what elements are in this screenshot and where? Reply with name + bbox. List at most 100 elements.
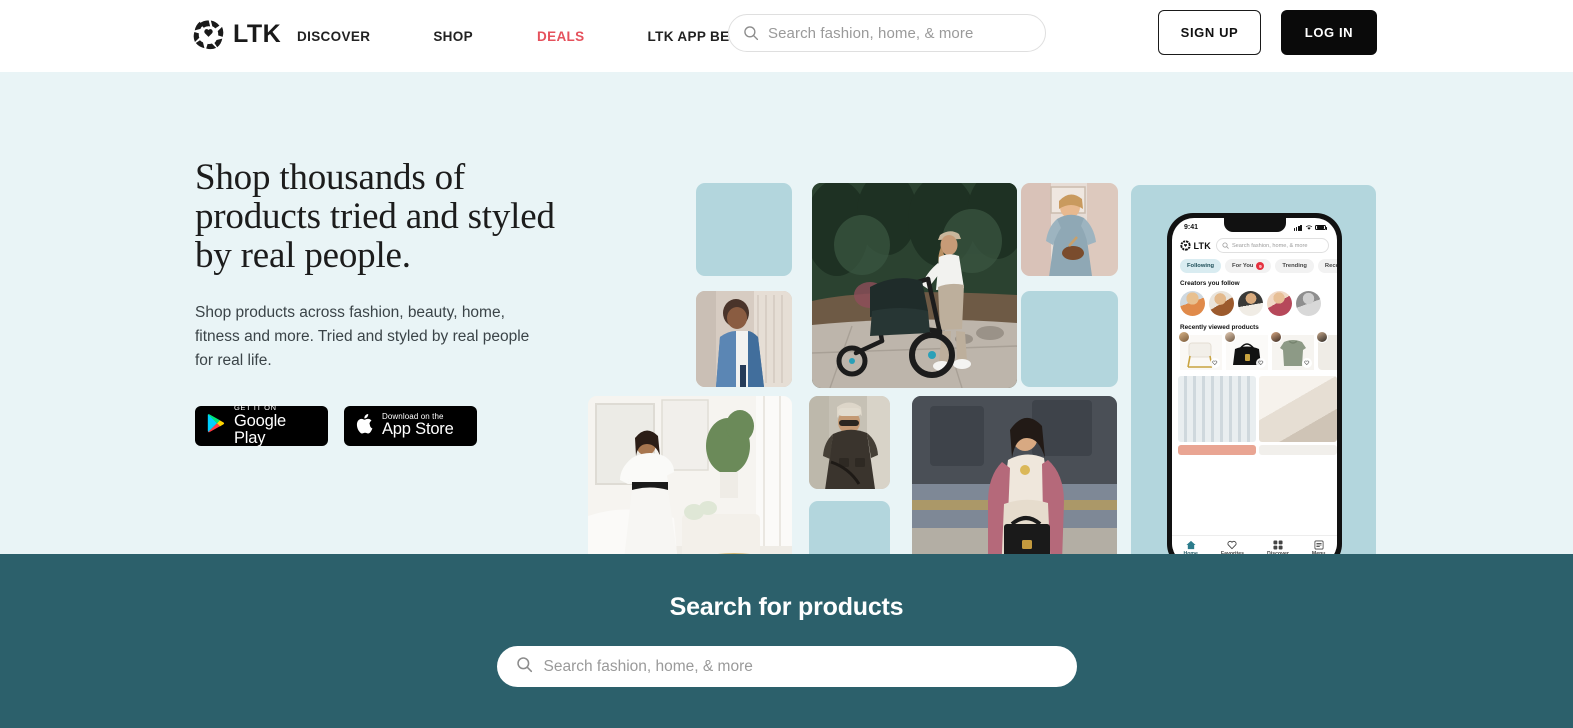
menu-list-icon bbox=[1314, 540, 1324, 550]
phone-status-icons bbox=[1293, 224, 1327, 231]
search-section-heading: Search for products bbox=[669, 593, 904, 621]
collage-tile-woman-bowl[interactable] bbox=[1021, 183, 1118, 276]
collage-tile-man-denim-jacket[interactable] bbox=[696, 291, 792, 387]
ltk-aperture-heart-logo-icon bbox=[1180, 240, 1191, 251]
phone-status-time: 9:41 bbox=[1184, 224, 1199, 231]
grid-icon bbox=[1273, 540, 1283, 550]
collage-tile-woman-beanie-sunglasses[interactable] bbox=[809, 396, 890, 489]
collage-tile-woman-white-dress-livingroom[interactable] bbox=[588, 396, 792, 554]
phone-nav-home[interactable]: Home bbox=[1184, 540, 1198, 554]
logo-wordmark: LTK bbox=[233, 20, 282, 48]
phone-nav-menu[interactable]: Menu bbox=[1312, 540, 1325, 554]
favorite-heart-icon[interactable] bbox=[1210, 358, 1220, 368]
phone-tab-for-you-label: For You bbox=[1232, 263, 1254, 269]
app-store-badge-text: Download on the App Store bbox=[382, 412, 454, 439]
hero-section: Shop thousands of products tried and sty… bbox=[0, 72, 1573, 554]
hero-subtitle: Shop products across fashion, beauty, ho… bbox=[195, 303, 530, 369]
site-header: LTK DISCOVER SHOP DEALS LTK APP BENEFITS… bbox=[0, 0, 1573, 72]
phone-tab-recently-joined[interactable]: Recently joined bbox=[1317, 259, 1337, 273]
log-in-button[interactable]: LOG IN bbox=[1281, 10, 1377, 55]
nav-item-deals[interactable]: DEALS bbox=[537, 29, 585, 44]
feed-image[interactable] bbox=[1259, 376, 1337, 442]
collage-tile-placeholder-3 bbox=[809, 501, 890, 554]
phone-nav-favorites[interactable]: Favorites bbox=[1221, 540, 1244, 554]
creator-tag-avatar bbox=[1224, 331, 1236, 343]
phone-bottom-nav: Home Favorites Discover bbox=[1172, 535, 1337, 554]
favorite-heart-icon[interactable] bbox=[1302, 358, 1312, 368]
search-icon bbox=[743, 25, 759, 41]
phone-tab-recently-joined-label: Recently joined bbox=[1324, 263, 1337, 269]
creator-tag-avatar bbox=[1178, 331, 1190, 343]
product-card[interactable] bbox=[1178, 331, 1222, 370]
phone-ltk-logo: LTK bbox=[1180, 240, 1211, 251]
phone-mockup: 9:41 LTK Search fashion, home, & more Fo… bbox=[1167, 213, 1342, 554]
hero-copy: Shop thousands of products tried and sty… bbox=[195, 158, 565, 446]
product-search-input[interactable]: Search fashion, home, & more bbox=[496, 646, 1077, 687]
phone-feed-grid bbox=[1172, 376, 1337, 535]
header-search-input[interactable]: Search fashion, home, & more bbox=[728, 14, 1046, 52]
search-icon bbox=[516, 656, 533, 678]
main-navigation: DISCOVER SHOP DEALS LTK APP BENEFITS bbox=[297, 0, 780, 72]
home-icon bbox=[1186, 540, 1196, 549]
battery-icon bbox=[1315, 224, 1327, 231]
phone-creator-avatars bbox=[1172, 291, 1337, 323]
heart-icon bbox=[1227, 540, 1237, 550]
phone-search-input[interactable]: Search fashion, home, & more bbox=[1215, 238, 1329, 253]
phone-feed-column bbox=[1259, 376, 1337, 535]
product-card[interactable] bbox=[1316, 331, 1337, 370]
collage-tile-woman-pink-blazer[interactable] bbox=[912, 396, 1117, 554]
app-store-badges: GET IT ON Google Play Download on the Ap… bbox=[195, 404, 565, 447]
page-title: Shop thousands of products tried and sty… bbox=[195, 157, 555, 277]
search-icon bbox=[1222, 242, 1229, 249]
feed-image[interactable] bbox=[1178, 445, 1256, 455]
nav-item-discover[interactable]: DISCOVER bbox=[297, 29, 370, 44]
phone-tab-following[interactable]: Following bbox=[1180, 259, 1222, 273]
google-play-icon bbox=[207, 413, 225, 438]
product-card[interactable] bbox=[1270, 331, 1314, 370]
header-search-placeholder: Search fashion, home, & more bbox=[768, 24, 974, 42]
feed-image[interactable] bbox=[1178, 376, 1256, 442]
sign-up-button[interactable]: SIGN UP bbox=[1158, 10, 1261, 55]
creator-tag-avatar bbox=[1316, 331, 1328, 343]
ltk-logo[interactable]: LTK bbox=[193, 19, 281, 50]
creator-tag-avatar bbox=[1270, 331, 1282, 343]
product-card[interactable] bbox=[1224, 331, 1268, 370]
phone-tab-trending[interactable]: Trending bbox=[1275, 259, 1314, 273]
feed-image[interactable] bbox=[1259, 445, 1337, 455]
phone-feed-column bbox=[1178, 376, 1256, 535]
favorite-heart-icon[interactable] bbox=[1256, 358, 1266, 368]
phone-tab-following-label: Following bbox=[1187, 263, 1215, 269]
google-play-badge-big: Google Play bbox=[234, 411, 287, 447]
avatar[interactable] bbox=[1238, 291, 1263, 316]
app-store-badge-big: App Store bbox=[382, 420, 454, 439]
avatar[interactable] bbox=[1180, 291, 1205, 316]
product-search-placeholder: Search fashion, home, & more bbox=[543, 657, 753, 675]
wifi-icon bbox=[1305, 225, 1312, 230]
phone-screen: 9:41 LTK Search fashion, home, & more Fo… bbox=[1172, 218, 1337, 554]
phone-tab-trending-label: Trending bbox=[1282, 263, 1307, 269]
phone-creators-title: Creators you follow bbox=[1180, 280, 1240, 287]
phone-logo-text: LTK bbox=[1193, 240, 1211, 251]
collage-tile-placeholder-2 bbox=[1021, 291, 1118, 387]
google-play-badge[interactable]: GET IT ON Google Play bbox=[195, 404, 328, 447]
avatar[interactable] bbox=[1296, 291, 1321, 316]
ltk-aperture-heart-logo-icon bbox=[193, 19, 224, 50]
signal-icon bbox=[1293, 224, 1302, 231]
google-play-badge-text: GET IT ON Google Play bbox=[234, 404, 316, 447]
nav-item-shop[interactable]: SHOP bbox=[433, 29, 473, 44]
apple-icon bbox=[356, 413, 373, 439]
phone-tab-for-you[interactable]: For You 9 bbox=[1225, 259, 1272, 273]
phone-search-placeholder: Search fashion, home, & more bbox=[1231, 242, 1308, 249]
app-store-badge[interactable]: Download on the App Store bbox=[344, 405, 477, 446]
collage-tile-woman-stroller[interactable] bbox=[812, 183, 1017, 388]
phone-tab-for-you-badge: 9 bbox=[1256, 262, 1265, 270]
phone-recently-viewed-products bbox=[1172, 331, 1337, 376]
phone-topbar: LTK Search fashion, home, & more bbox=[1172, 235, 1337, 258]
phone-feed-tabs: Following For You 9 Trending Recently jo… bbox=[1172, 258, 1337, 279]
phone-recently-viewed-title: Recently viewed products bbox=[1180, 324, 1259, 331]
hero-collage bbox=[588, 183, 1118, 554]
phone-nav-discover[interactable]: Discover bbox=[1267, 540, 1289, 554]
avatar[interactable] bbox=[1209, 291, 1234, 316]
avatar[interactable] bbox=[1267, 291, 1292, 316]
collage-tile-placeholder-1 bbox=[696, 183, 792, 276]
